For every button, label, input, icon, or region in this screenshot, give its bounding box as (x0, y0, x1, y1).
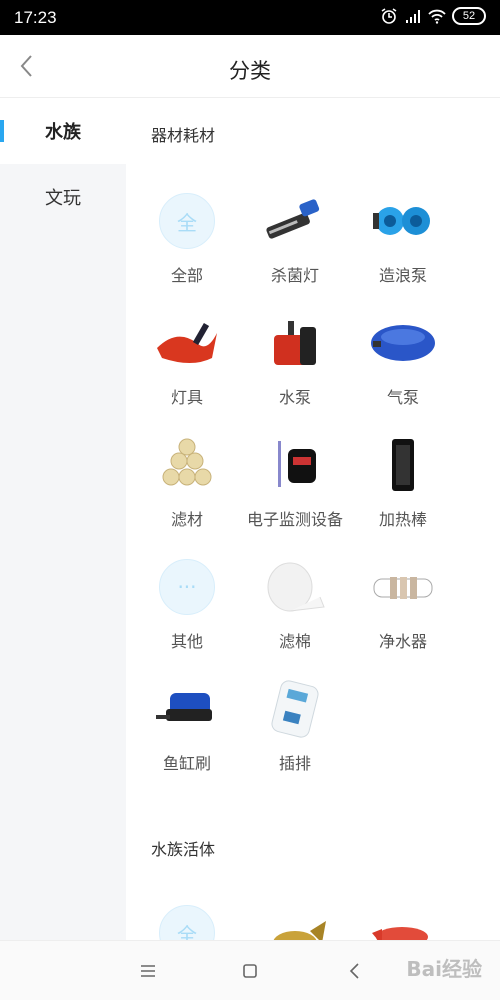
heater-icon (392, 439, 414, 491)
status-time: 17:23 (14, 8, 57, 27)
category-label: 全部 (170, 266, 203, 285)
category-content: 器材耗材 全 全部 杀菌灯 造浪泵 灯具 水泵 气泵 滤材 电子监测设备 加热棒… (126, 98, 500, 940)
all-icon: 全 (159, 905, 215, 940)
signal-icon (406, 10, 420, 23)
tank-brush-icon (156, 693, 212, 721)
battery-icon: 52 (452, 7, 486, 25)
category-item-filter-cotton[interactable]: 滤棉 (240, 552, 350, 652)
status-icons: 52 (380, 7, 486, 25)
category-item-air-pump[interactable]: 气泵 (348, 308, 458, 408)
gold-fish-icon (273, 921, 326, 940)
uv-lamp-icon (266, 199, 320, 239)
watermark: Bai经验 (406, 957, 482, 981)
category-label: 鱼缸刷 (162, 754, 211, 773)
category-label: 其他 (170, 632, 203, 651)
category-label: 加热棒 (378, 510, 427, 529)
category-label: 气泵 (386, 388, 419, 407)
water-purifier-icon (373, 577, 433, 599)
category-item-water-purifier[interactable]: 净水器 (348, 552, 458, 652)
category-item-wave-pump[interactable]: 造浪泵 (348, 186, 458, 286)
category-item-filter-media[interactable]: 滤材 (132, 430, 242, 530)
home-icon[interactable] (238, 959, 262, 983)
category-item-all[interactable]: 全 (132, 898, 242, 940)
more-icon: ··· (159, 559, 215, 615)
category-label: 滤材 (170, 510, 203, 529)
all-icon: 全 (159, 193, 215, 249)
wifi-icon (428, 9, 446, 24)
category-item-heater[interactable]: 加热棒 (348, 430, 458, 530)
sidebar-item-label: 水族 (45, 122, 81, 143)
sidebar-item-aquarium[interactable]: 水族 (0, 98, 126, 164)
category-label: 水泵 (278, 388, 311, 407)
category-label: 杀菌灯 (270, 266, 319, 285)
page-title: 分类 (229, 59, 271, 83)
section-title: 水族活体 (151, 840, 216, 859)
red-fish-icon (372, 927, 428, 940)
category-item-uv-lamp[interactable]: 杀菌灯 (240, 186, 350, 286)
category-label: 电子监测设备 (246, 510, 343, 529)
active-indicator (0, 120, 4, 142)
menu-icon[interactable] (136, 959, 160, 983)
system-nav-bar: Bai经验 (0, 940, 500, 1000)
alarm-icon (381, 8, 397, 24)
category-item-light-fixture[interactable]: 灯具 (132, 308, 242, 408)
sidebar-item-label: 文玩 (45, 188, 81, 209)
category-item-other[interactable]: ··· 其他 (132, 552, 242, 652)
section-title: 器材耗材 (151, 126, 216, 145)
monitor-device-icon (278, 441, 316, 487)
category-label: 灯具 (170, 388, 203, 407)
category-label: 滤棉 (278, 632, 311, 651)
water-pump-icon (274, 321, 316, 365)
category-label: 造浪泵 (378, 266, 427, 285)
filter-media-icon (162, 438, 212, 486)
app-header: 分类 (0, 35, 500, 98)
category-label: 插排 (278, 754, 311, 773)
filter-cotton-icon (267, 562, 325, 612)
power-strip-icon (271, 680, 319, 738)
category-label: 净水器 (378, 632, 427, 651)
sidebar-item-collectibles[interactable]: 文玩 (0, 164, 126, 230)
category-item-water-pump[interactable]: 水泵 (240, 308, 350, 408)
nav-back-icon[interactable] (343, 959, 367, 983)
category-item-all[interactable]: 全 全部 (132, 186, 242, 286)
light-fixture-icon (157, 322, 217, 363)
category-sidebar: 水族 文玩 (0, 98, 126, 940)
category-item-tank-brush[interactable]: 鱼缸刷 (132, 674, 242, 774)
air-pump-icon (371, 325, 435, 361)
category-item-gold-fish[interactable] (240, 898, 350, 940)
category-item-power-strip[interactable]: 插排 (240, 674, 350, 774)
category-item-monitor-device[interactable]: 电子监测设备 (240, 430, 350, 530)
wave-pump-icon (373, 207, 430, 235)
category-item-red-fish[interactable] (348, 898, 458, 940)
status-bar: 17:23 52 (0, 0, 500, 35)
